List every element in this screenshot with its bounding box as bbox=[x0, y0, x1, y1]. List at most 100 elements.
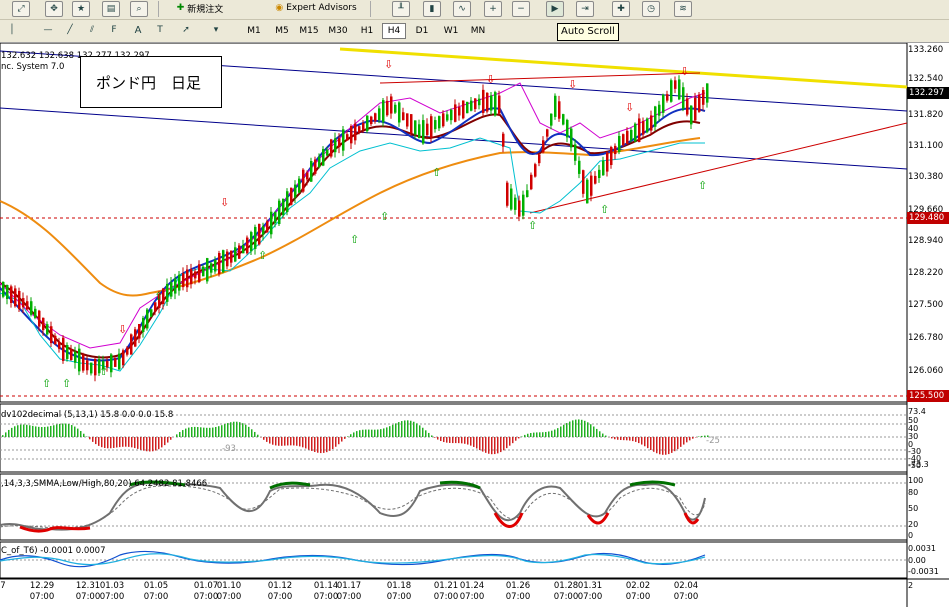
auto-scroll-icon[interactable]: ▶ bbox=[546, 1, 564, 17]
label-icon[interactable]: T bbox=[152, 23, 168, 37]
chart-shift-icon[interactable]: ⇥ bbox=[576, 1, 594, 17]
candle-body bbox=[2, 281, 5, 297]
histogram-bar bbox=[554, 429, 556, 437]
candle-body bbox=[66, 345, 69, 359]
candle-body bbox=[110, 354, 113, 373]
histogram-bar bbox=[203, 427, 205, 437]
channel-icon[interactable]: ⫽ bbox=[84, 23, 100, 37]
candle-body bbox=[94, 358, 97, 376]
histogram-bar bbox=[269, 437, 271, 444]
periods-icon[interactable]: ◷ bbox=[642, 1, 660, 17]
candle-body bbox=[146, 309, 149, 329]
price-tick: 126.060 bbox=[908, 366, 944, 376]
candle-body bbox=[198, 264, 201, 283]
period-d1[interactable]: D1 bbox=[410, 23, 434, 39]
fibo-icon[interactable]: F bbox=[106, 23, 122, 37]
histogram-bar bbox=[257, 434, 259, 437]
chart-canvas[interactable]: ⇧ ⇧ ⇧ ⇧ ⇧ ⇧ ⇧ ⇧ ⇧ ⇧ ⇧ ⇩ ⇩ ⇩ ⇩ ⇩ ⇩ ⇩ bbox=[0, 43, 949, 607]
time-axis-time: 07:00 bbox=[267, 592, 293, 602]
candle-body bbox=[342, 129, 345, 151]
candle-body bbox=[410, 114, 413, 134]
period-m15[interactable]: M15 bbox=[297, 23, 321, 39]
histogram-bar bbox=[593, 426, 595, 437]
candle-body bbox=[414, 120, 417, 135]
dropdown-icon[interactable]: ▾ bbox=[208, 23, 224, 37]
period-m1[interactable]: M1 bbox=[242, 23, 266, 39]
histogram-bar bbox=[353, 432, 355, 437]
new-order-icon: ✚ bbox=[176, 3, 185, 13]
period-m5[interactable]: M5 bbox=[270, 23, 294, 39]
line-chart-icon[interactable]: ∿ bbox=[453, 1, 471, 17]
period-w1[interactable]: W1 bbox=[439, 23, 463, 39]
cursor-icon[interactable]: │ bbox=[4, 23, 20, 37]
system-label: nc. System 7.0 bbox=[1, 62, 65, 72]
ind3-tick: -0.0031 bbox=[908, 567, 939, 576]
candle-body bbox=[258, 223, 261, 245]
candle-body bbox=[666, 94, 669, 101]
histogram-bar bbox=[326, 437, 328, 453]
histogram-bar bbox=[536, 432, 538, 437]
arrow-icon[interactable]: ➚ bbox=[178, 23, 194, 37]
down-arrow-icon: ⇩ bbox=[625, 101, 634, 114]
charts-icon[interactable]: ▤ bbox=[102, 1, 120, 17]
candle-body bbox=[218, 252, 221, 274]
histogram-bar bbox=[122, 437, 124, 447]
candle-body bbox=[54, 335, 57, 345]
candle-body bbox=[574, 144, 577, 161]
histogram-bar bbox=[446, 437, 448, 443]
histogram-bar bbox=[254, 431, 256, 437]
candle-body bbox=[34, 308, 37, 318]
new-order-button[interactable]: ✚ 新規注文 bbox=[165, 0, 235, 16]
period-h1[interactable]: H1 bbox=[355, 23, 379, 39]
price-tick: 127.500 bbox=[908, 300, 944, 310]
histogram-bar bbox=[467, 437, 469, 445]
histogram-bar bbox=[422, 427, 424, 437]
indicators-icon[interactable]: ✚ bbox=[612, 1, 630, 17]
candle-body bbox=[482, 89, 485, 113]
histogram-bar bbox=[647, 437, 649, 449]
histogram-bar bbox=[29, 425, 31, 437]
expert-advisors-button[interactable]: ◉ Expert Advisors bbox=[266, 0, 366, 16]
period-m30[interactable]: M30 bbox=[326, 23, 350, 39]
search-icon[interactable]: ⌕ bbox=[130, 1, 148, 17]
hline-icon[interactable]: — bbox=[40, 23, 56, 37]
candle-body bbox=[90, 362, 93, 374]
period-mn[interactable]: MN bbox=[466, 23, 490, 39]
templates-icon[interactable]: ≋ bbox=[674, 1, 692, 17]
candle-body bbox=[454, 104, 457, 122]
histogram-bar bbox=[458, 437, 460, 444]
zoom-out-icon[interactable]: − bbox=[512, 1, 530, 17]
candle-body bbox=[646, 118, 649, 133]
histogram-bar bbox=[455, 437, 457, 444]
candle-body bbox=[6, 285, 9, 299]
trendline-icon[interactable]: ╱ bbox=[62, 23, 78, 37]
ind3-tick: 0.00 bbox=[908, 556, 926, 565]
histogram-bar bbox=[281, 437, 283, 446]
candle-body bbox=[206, 258, 209, 282]
time-axis-date: 12.31 bbox=[75, 581, 101, 591]
candle-body bbox=[18, 290, 21, 310]
current-price-tag: 132.297 bbox=[907, 87, 949, 99]
candle-body bbox=[490, 95, 493, 111]
candle-body bbox=[622, 134, 625, 146]
zoom-in-icon[interactable]: + bbox=[484, 1, 502, 17]
candle-body bbox=[330, 139, 333, 157]
crosshair-icon[interactable]: ✥ bbox=[45, 1, 63, 17]
period-h4[interactable]: H4 bbox=[382, 23, 406, 39]
histogram-bar bbox=[20, 424, 22, 437]
candle-body bbox=[402, 112, 405, 121]
favorites-icon[interactable]: ★ bbox=[72, 1, 90, 17]
chart-zoom-icon[interactable]: ⤢ bbox=[12, 1, 30, 17]
histogram-bar bbox=[125, 437, 127, 447]
time-axis-time: 07:00 bbox=[75, 592, 101, 602]
candle-body bbox=[310, 161, 313, 182]
histogram-bar bbox=[386, 427, 388, 437]
candle-body bbox=[282, 198, 285, 216]
text-icon[interactable]: A bbox=[130, 23, 146, 37]
bar-chart-icon[interactable]: ╨ bbox=[392, 1, 410, 17]
candle-body bbox=[406, 113, 409, 127]
indicator2-label: ,14,3,3,SMMA,Low/High,80,20) 64.2482 81.… bbox=[1, 479, 208, 489]
candle-body bbox=[366, 115, 369, 132]
candle-body bbox=[74, 351, 77, 363]
candles-icon[interactable]: ▮ bbox=[423, 1, 441, 17]
